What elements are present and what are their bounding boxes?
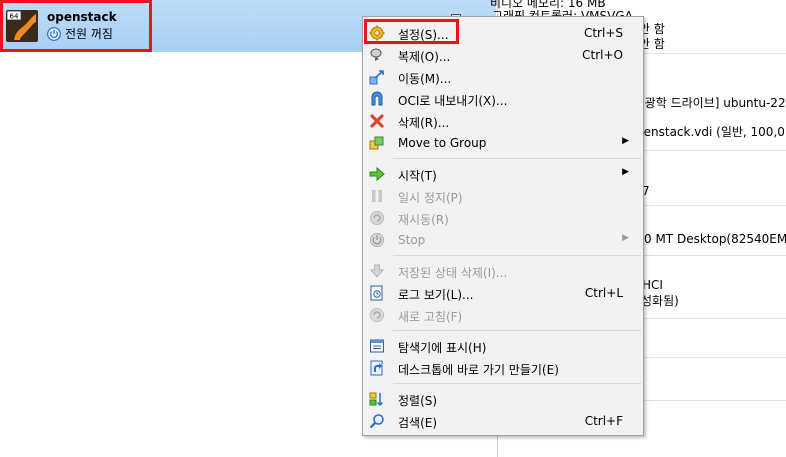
menu-item-create-shortcut[interactable]: 데스크톱에 바로 가기 만들기(E) [365, 357, 641, 379]
menu-item-label: 일시 정지(P) [398, 191, 463, 205]
menu-item-sort[interactable]: 정렬(S) [365, 388, 641, 410]
delete-icon [370, 114, 384, 128]
menu-item-shortcut: Ctrl+F [584, 414, 623, 428]
group-icon [369, 136, 384, 150]
detail-line: 성화됨) [641, 294, 679, 308]
menu-item-label: 검색(E) [398, 416, 438, 430]
menu-separator [393, 330, 641, 331]
refresh-icon [370, 308, 384, 322]
detail-line: 0 MT Desktop(82540EM) [644, 232, 786, 246]
sort-icon [369, 392, 384, 407]
submenu-arrow-icon: ▶ [622, 136, 629, 146]
menu-item-label: 삭제(R)... [398, 116, 450, 130]
reset-icon [370, 211, 384, 225]
menu-item-label: 로그 보기(L)... [398, 288, 474, 302]
menu-item-label: 탐색기에 표시(H) [398, 341, 487, 355]
menu-item-discard-state: 저장된 상태 삭제(I)... [365, 260, 641, 282]
detail-line: penstack.vdi (일반, 100,0 [636, 125, 785, 139]
menu-item-shortcut: Ctrl+O [582, 48, 623, 62]
menu-item-label: 새로 고침(F) [398, 310, 463, 324]
detail-line: HCI [642, 278, 663, 292]
menu-item-stop: Stop ▶ [365, 229, 641, 251]
start-arrow-icon [369, 166, 385, 182]
search-icon [369, 414, 384, 429]
menu-item-label: 이동(M)... [398, 72, 452, 86]
context-menu: 설정(S)... Ctrl+S 복제(O)... Ctrl+O 이동(M)...… [362, 16, 644, 436]
menu-item-label: Stop [398, 233, 426, 247]
menu-item-label: Move to Group [398, 136, 487, 150]
menu-item-delete[interactable]: 삭제(R)... [365, 110, 641, 132]
menu-item-label: OCI로 내보내기(X)... [398, 94, 508, 108]
menu-item-label: 데스크톱에 바로 가기 만들기(E) [398, 363, 559, 377]
menu-item-refresh: 새로 고침(F) [365, 304, 641, 326]
detail-line: [광학 드라이브] ubuntu-22 [640, 96, 786, 110]
clone-icon [370, 48, 382, 61]
menu-item-label: 복제(O)... [398, 50, 451, 64]
menu-item-label: 재시동(R) [398, 213, 449, 227]
menu-item-clone[interactable]: 복제(O)... Ctrl+O [365, 44, 641, 66]
menu-item-move-to-group[interactable]: Move to Group ▶ [365, 132, 641, 154]
submenu-arrow-icon: ▶ [622, 167, 629, 177]
menu-separator [393, 158, 641, 159]
menu-item-show-in-explorer[interactable]: 탐색기에 표시(H) [365, 335, 641, 357]
menu-item-shortcut: Ctrl+S [583, 26, 623, 40]
menu-item-show-log[interactable]: 로그 보기(L)... Ctrl+L [365, 282, 641, 304]
annotation-highlight-vm [0, 0, 152, 52]
power-icon [370, 233, 384, 247]
cloud-export-icon [371, 91, 383, 106]
menu-item-search[interactable]: 검색(E) Ctrl+F [365, 410, 641, 432]
menu-item-export-oci[interactable]: OCI로 내보내기(X)... [365, 88, 641, 110]
submenu-arrow-icon: ▶ [622, 233, 629, 243]
menu-item-start[interactable]: 시작(T) ▶ [365, 163, 641, 185]
log-icon [370, 285, 383, 301]
menu-item-label: 정렬(S) [398, 394, 438, 408]
menu-separator [393, 255, 641, 256]
annotation-highlight-settings [364, 19, 459, 44]
explorer-icon [370, 339, 384, 353]
menu-item-label: 시작(T) [398, 169, 437, 183]
move-icon [369, 70, 384, 85]
pause-icon [372, 190, 382, 202]
menu-separator [393, 383, 641, 384]
menu-item-move[interactable]: 이동(M)... [365, 66, 641, 88]
menu-item-shortcut: Ctrl+L [584, 286, 623, 300]
discard-icon [369, 264, 385, 278]
menu-item-pause: 일시 정지(P) [365, 185, 641, 207]
menu-item-label: 저장된 상태 삭제(I)... [398, 266, 508, 280]
shortcut-icon [370, 360, 383, 376]
menu-item-reset: 재시동(R) [365, 207, 641, 229]
